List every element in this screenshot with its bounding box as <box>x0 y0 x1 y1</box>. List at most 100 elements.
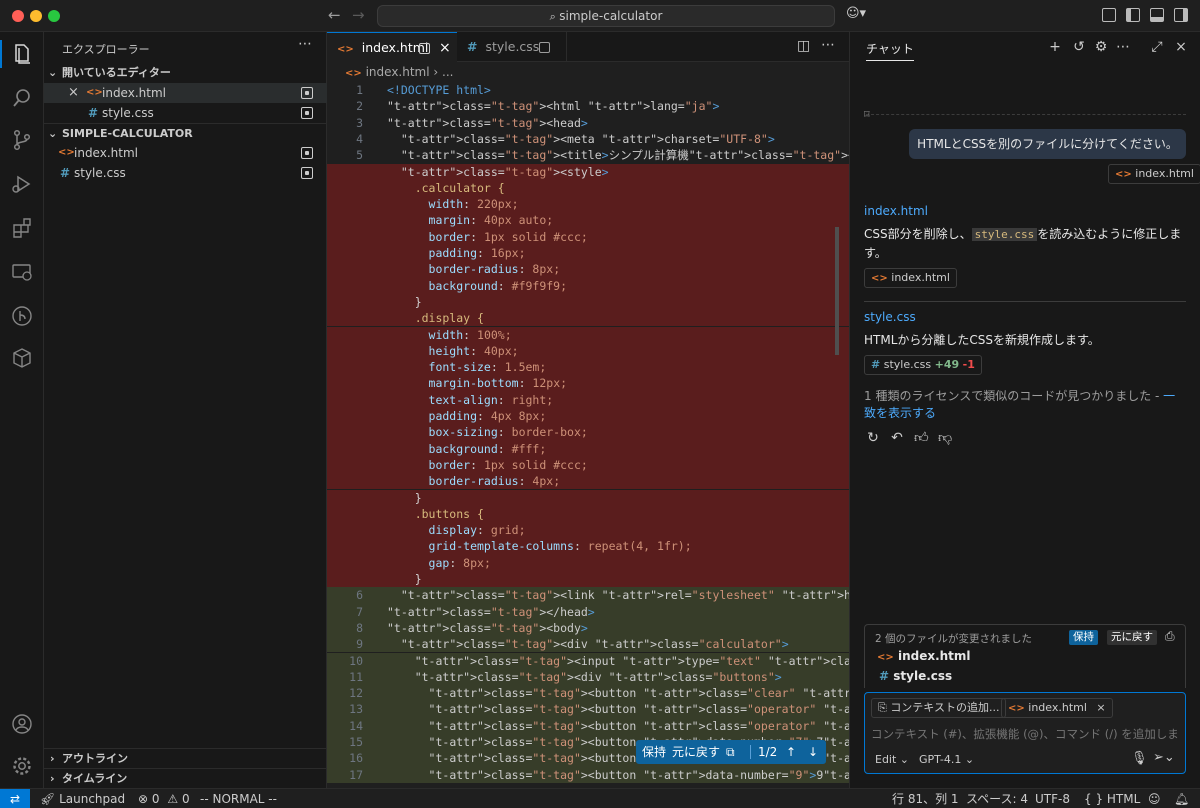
thumbs-up-icon[interactable]: 👍︎ <box>914 431 929 445</box>
keep-all-button[interactable]: 保持 <box>1069 630 1098 645</box>
diff-editor-icon[interactable]: ⧉ <box>726 740 735 764</box>
code-line[interactable]: font-size: 1.5em; <box>327 359 849 376</box>
microphone-icon[interactable]: 🎙︎ <box>1131 751 1148 766</box>
code-line[interactable]: width: 220px; <box>327 196 849 213</box>
open-editors-header[interactable]: ⌄ 開いているエディター <box>44 63 327 83</box>
code-line[interactable]: .buttons { <box>327 505 849 523</box>
tab-style-css[interactable]: # style.css <box>457 32 567 62</box>
file-tree-item[interactable]: # style.css <box>44 163 327 183</box>
add-context-button[interactable]: ⎘ コンテキストの追加... <box>871 698 1007 718</box>
code-line[interactable]: .calculator { <box>327 179 849 197</box>
remote-indicator-icon[interactable]: ⇄ <box>0 789 30 808</box>
undo-all-button[interactable]: 元に戻す <box>1107 630 1157 645</box>
code-line[interactable]: 4 "t-attr">class="t-tag"><meta "t-attr">… <box>327 131 849 147</box>
maximize-window-button[interactable] <box>48 10 60 22</box>
chat-input[interactable] <box>871 725 1179 743</box>
code-line[interactable]: } <box>327 293 849 311</box>
code-line[interactable]: 5 "t-attr">class="t-tag"><title>シンプル計算機"… <box>327 147 849 163</box>
file-tree-item[interactable]: <> index.html <box>44 143 327 163</box>
code-line[interactable]: margin-bottom: 12px; <box>327 375 849 392</box>
copilot-status-icon[interactable]: ☺ <box>1148 789 1161 808</box>
code-line[interactable]: "t-attr">class="t-tag"><style> <box>327 163 849 180</box>
code-line[interactable]: 10 "t-attr">class="t-tag"><input "t-attr… <box>327 652 849 669</box>
send-icon[interactable]: ➢⌄ <box>1153 750 1175 765</box>
code-line[interactable]: 11 "t-attr">class="t-tag"><div "t-attr">… <box>327 668 849 686</box>
code-line[interactable]: padding: 4px 8px; <box>327 408 849 425</box>
settings-gear-icon[interactable] <box>10 754 34 778</box>
more-actions-icon[interactable]: ⋯ <box>821 37 835 53</box>
containers-icon[interactable] <box>10 346 34 370</box>
code-line[interactable]: border: 1px solid #ccc; <box>327 228 849 245</box>
code-line[interactable]: width: 100%; <box>327 326 849 343</box>
view-changes-icon[interactable]: ⎙ <box>1165 629 1175 644</box>
thumbs-down-icon[interactable]: 👎︎ <box>938 431 952 445</box>
code-line[interactable]: } <box>327 571 849 588</box>
command-center-search[interactable]: ⌕ simple-calculator <box>377 5 835 27</box>
problems-indicator[interactable]: ⊗ 0 ⚠ 0 <box>138 789 190 808</box>
code-line[interactable]: grid-template-columns: repeat(4, 1fr); <box>327 538 849 555</box>
bookmark-icon[interactable]: ⌑ <box>864 108 870 121</box>
changed-file-item[interactable]: <> index.html <box>877 649 971 663</box>
code-line[interactable]: border-radius: 4px; <box>327 473 849 490</box>
copilot-icon[interactable]: ☺▾ <box>846 6 866 21</box>
code-line[interactable]: } <box>327 489 849 506</box>
file-chip[interactable]: # style.css +49 -1 <box>864 355 982 375</box>
attachment-chip[interactable]: <> index.html <box>1108 164 1200 184</box>
more-actions-icon[interactable]: ⋯ <box>298 36 312 52</box>
notifications-bell-icon[interactable]: 🔔︎ <box>1174 789 1189 808</box>
code-line[interactable]: border-radius: 8px; <box>327 261 849 278</box>
launchpad-button[interactable]: 🚀︎ Launchpad <box>40 789 125 808</box>
code-line[interactable]: background: #f9f9f9; <box>327 277 849 294</box>
code-line[interactable]: 6 "t-attr">class="t-tag"><link "t-attr">… <box>327 587 849 604</box>
gear-icon[interactable]: ⚙ <box>1094 40 1108 54</box>
language-mode[interactable]: { } HTML <box>1084 789 1140 808</box>
code-line[interactable]: 13 "t-attr">class="t-tag"><button "t-att… <box>327 701 849 718</box>
maximize-icon[interactable]: ⤢ <box>1150 40 1164 54</box>
code-line[interactable]: 12 "t-attr">class="t-tag"><button "t-att… <box>327 685 849 702</box>
code-line[interactable]: display: grid; <box>327 522 849 539</box>
back-arrow-icon[interactable]: ← <box>328 6 341 24</box>
file-chip[interactable]: <> index.html <box>864 268 957 288</box>
split-editor-icon[interactable]: ◫ <box>797 38 810 54</box>
history-icon[interactable]: ↺ <box>1072 40 1086 54</box>
mode-picker[interactable]: Edit ⌄ <box>875 753 909 766</box>
open-editor-item[interactable]: × <> index.html <box>44 83 327 103</box>
toggle-secondary-sidebar-icon[interactable] <box>1174 8 1188 22</box>
timeline-header[interactable]: › タイムライン <box>44 768 327 788</box>
encoding[interactable]: UTF-8 <box>1035 789 1070 808</box>
breadcrumb[interactable]: <> index.html › ... <box>345 65 453 79</box>
code-line[interactable]: 3 "t-attr">class="t-tag"><head> <box>327 115 849 131</box>
retry-icon[interactable]: ↻ <box>866 431 880 445</box>
forward-arrow-icon[interactable]: → <box>352 6 365 24</box>
code-line[interactable]: box-sizing: border-box; <box>327 424 849 441</box>
code-editor[interactable]: 1 <!DOCTYPE html> 2 "t-attr">class="t-tag">… <box>327 82 849 788</box>
toggle-primary-sidebar-icon[interactable] <box>1126 8 1140 22</box>
next-change-icon[interactable]: ↓ <box>808 740 818 764</box>
changed-file-item[interactable]: # style.css <box>879 669 952 683</box>
code-line[interactable]: height: 40px; <box>327 342 849 360</box>
remote-explorer-icon[interactable] <box>10 260 34 284</box>
code-line[interactable]: 17 "t-attr">class="t-tag"><button "t-att… <box>327 766 849 783</box>
response-file-link[interactable]: style.css <box>864 310 916 324</box>
code-line[interactable]: .display { <box>327 310 849 327</box>
gitlens-icon[interactable] <box>10 304 34 328</box>
code-line[interactable]: 1 <!DOCTYPE html> <box>327 82 849 98</box>
customize-layout-icon[interactable] <box>1102 8 1116 22</box>
account-icon[interactable] <box>10 712 34 736</box>
previous-change-icon[interactable]: ↑ <box>786 740 796 764</box>
keep-button[interactable]: 保持 <box>642 740 666 764</box>
toggle-panel-icon[interactable] <box>1150 8 1164 22</box>
undo-button[interactable]: 元に戻す <box>672 740 720 764</box>
open-editor-item[interactable]: # style.css <box>44 103 327 123</box>
code-line[interactable]: background: #fff; <box>327 440 849 457</box>
code-line[interactable]: 7 "t-attr">class="t-tag"></head> <box>327 603 849 620</box>
minimize-window-button[interactable] <box>30 10 42 22</box>
scrollbar[interactable] <box>835 227 839 355</box>
code-line[interactable]: 14 "t-attr">class="t-tag"><button "t-att… <box>327 717 849 734</box>
code-line[interactable]: 2 "t-attr">class="t-tag"><html "t-attr">l… <box>327 98 849 114</box>
source-control-icon[interactable] <box>10 128 34 152</box>
close-window-button[interactable] <box>12 10 24 22</box>
response-file-link[interactable]: index.html <box>864 204 928 218</box>
cursor-position[interactable]: 行 81、列 1 <box>892 789 959 808</box>
code-line[interactable]: gap: 8px; <box>327 554 849 571</box>
